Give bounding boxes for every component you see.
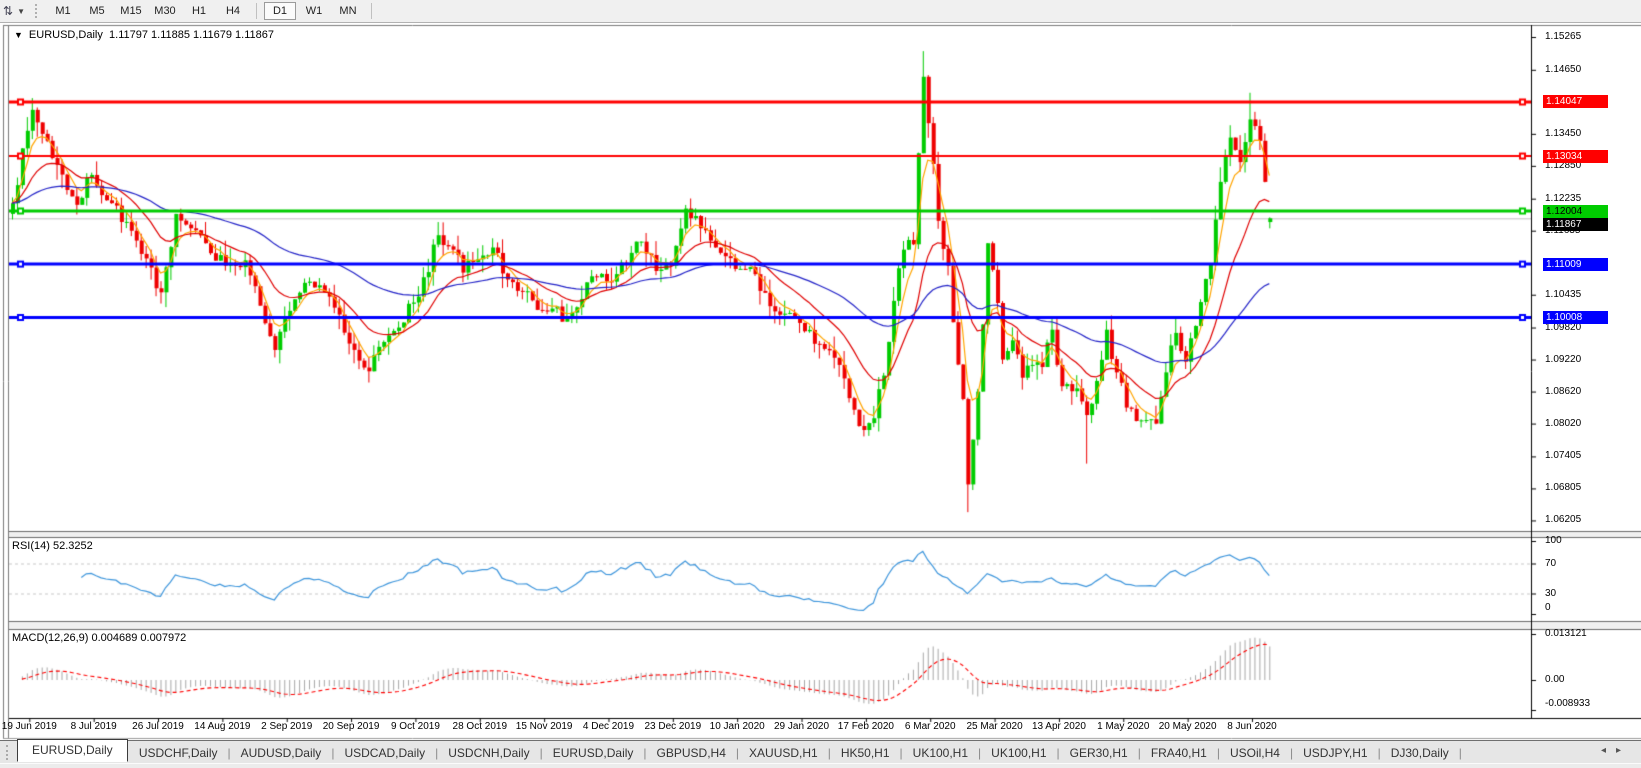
date-axis-label: 20 May 2020 <box>1158 721 1217 732</box>
chart-tab-usoil-h4[interactable]: USOil,H4 <box>1218 744 1292 762</box>
price-axis-label: 1.12235 <box>1545 192 1582 204</box>
rsi-value: 52.3252 <box>52 540 93 552</box>
date-axis-label: 2 Sep 2019 <box>261 721 313 732</box>
macd-axis-label: 0.013121 <box>1545 627 1587 639</box>
chart-tab-usdchf-daily[interactable]: USDCHF,Daily <box>127 744 230 762</box>
rsi-axis-label: 0 <box>1545 602 1551 613</box>
chart-tab-uk100-h1[interactable]: UK100,H1 <box>901 744 980 762</box>
date-axis-label: 8 Jun 2020 <box>1227 721 1277 732</box>
price-axis-label: 1.15265 <box>1545 31 1582 42</box>
price-chart-canvas[interactable] <box>0 0 1641 768</box>
date-axis-label: 1 May 2020 <box>1097 721 1150 732</box>
tabbar-grip <box>6 745 12 760</box>
date-axis-label: 29 Jan 2020 <box>773 721 830 732</box>
date-axis-label: 28 Oct 2019 <box>452 721 508 732</box>
rsi-label: RSI(14) 52.3252 <box>12 540 93 552</box>
hline-price-label: 1.12004 <box>1543 204 1608 218</box>
current-price-label: 1.11867 <box>1543 217 1608 231</box>
hline-price-label: 1.10008 <box>1543 311 1608 324</box>
tab-scroll-right-icon[interactable]: ▸ <box>1616 745 1631 756</box>
rsi-axis-label: 30 <box>1545 587 1557 599</box>
hline-price-label: 1.13034 <box>1543 149 1608 163</box>
date-axis-label: 20 Sep 2019 <box>322 721 380 732</box>
chart-title: ▼ EURUSD,Daily 1.11797 1.11885 1.11679 1.… <box>14 29 274 41</box>
rsi-axis-label: 100 <box>1545 535 1562 546</box>
chart-tab-eurusd-daily[interactable]: EURUSD,Daily <box>17 739 128 762</box>
price-axis-label: 1.08020 <box>1545 417 1582 429</box>
date-axis-label: 13 Apr 2020 <box>1031 721 1086 732</box>
price-axis-label: 1.06205 <box>1545 514 1582 526</box>
date-axis-label: 4 Dec 2019 <box>582 721 635 732</box>
date-axis-label: 9 Oct 2019 <box>390 721 440 732</box>
chart-tab-usdcad-daily[interactable]: USDCAD,Daily <box>332 744 437 762</box>
price-axis-label: 1.09220 <box>1545 353 1582 365</box>
macd-axis-label: -0.008933 <box>1545 698 1591 709</box>
chart-tab-usdcnh-daily[interactable]: USDCNH,Daily <box>436 744 541 762</box>
chart-tab-ger30-h1[interactable]: GER30,H1 <box>1058 744 1140 762</box>
tab-separator: | <box>1458 745 1462 760</box>
price-axis-label: 1.13450 <box>1545 127 1582 139</box>
terminal-window: ⇅ ▼ M1M5M15M30H1H4D1W1MN ▼EURUSD,Daily 1… <box>0 0 1641 768</box>
chart-tab-hk50-h1[interactable]: HK50,H1 <box>829 744 902 762</box>
chart-ohlc-values: 1.11797 1.11885 1.11679 1.11867 <box>109 29 274 41</box>
date-axis-label: 6 Mar 2020 <box>904 721 956 732</box>
chart-tab-uk100-h1[interactable]: UK100,H1 <box>979 744 1058 762</box>
status-bar <box>0 763 1641 768</box>
hline-price-label: 1.11009 <box>1543 257 1608 271</box>
date-axis-label: 8 Jul 2019 <box>70 721 117 732</box>
macd-values: 0.004689 0.007972 <box>91 632 187 644</box>
hline-price-label: 1.14047 <box>1543 95 1608 109</box>
chart-tab-usdjpy-h1[interactable]: USDJPY,H1 <box>1291 744 1379 762</box>
date-axis-label: 23 Dec 2019 <box>644 721 702 732</box>
price-axis-label: 1.14650 <box>1545 63 1582 75</box>
price-axis-label: 1.07405 <box>1545 450 1582 462</box>
price-axis-label: 1.10435 <box>1545 288 1582 300</box>
chart-tab-bar: EURUSD,Daily|USDCHF,Daily|AUDUSD,Daily|U… <box>0 739 1641 764</box>
chart-tab-eurusd-daily[interactable]: EURUSD,Daily <box>541 744 646 762</box>
rsi-axis-label: 70 <box>1545 557 1557 569</box>
date-axis-label: 25 Mar 2020 <box>966 721 1023 732</box>
date-axis-label: 26 Jul 2019 <box>132 721 184 732</box>
chart-tab-fra40-h1[interactable]: FRA40,H1 <box>1139 744 1219 762</box>
chart-symbol: EURUSD,Daily <box>28 29 103 41</box>
price-axis-label: 1.06805 <box>1545 482 1582 494</box>
tab-scroll-left-icon[interactable]: ◂ <box>1601 745 1616 756</box>
date-axis-label: 17 Feb 2020 <box>837 721 894 732</box>
price-axis-label: 1.08620 <box>1545 385 1582 397</box>
chart-tab-dj30-daily[interactable]: DJ30,Daily <box>1379 744 1461 762</box>
date-axis-label: 15 Nov 2019 <box>515 721 573 732</box>
date-axis-label: 10 Jan 2020 <box>709 721 765 732</box>
tabs: EURUSD,Daily|USDCHF,Daily|AUDUSD,Daily|U… <box>17 739 1462 762</box>
macd-label: MACD(12,26,9) 0.004689 0.007972 <box>12 632 187 644</box>
chart-tab-gbpusd-h4[interactable]: GBPUSD,H4 <box>645 744 738 762</box>
chart-tab-audusd-daily[interactable]: AUDUSD,Daily <box>229 744 334 762</box>
date-axis-label: 14 Aug 2019 <box>194 721 251 732</box>
tab-scroll-arrows: ◂▸ <box>1601 745 1631 756</box>
chart-title-caret-icon: ▼ <box>14 30 23 40</box>
chart-tab-xauusd-h1[interactable]: XAUUSD,H1 <box>737 744 830 762</box>
date-axis-label: 19 Jun 2019 <box>1 721 57 732</box>
macd-axis-label: 0.00 <box>1545 674 1565 685</box>
